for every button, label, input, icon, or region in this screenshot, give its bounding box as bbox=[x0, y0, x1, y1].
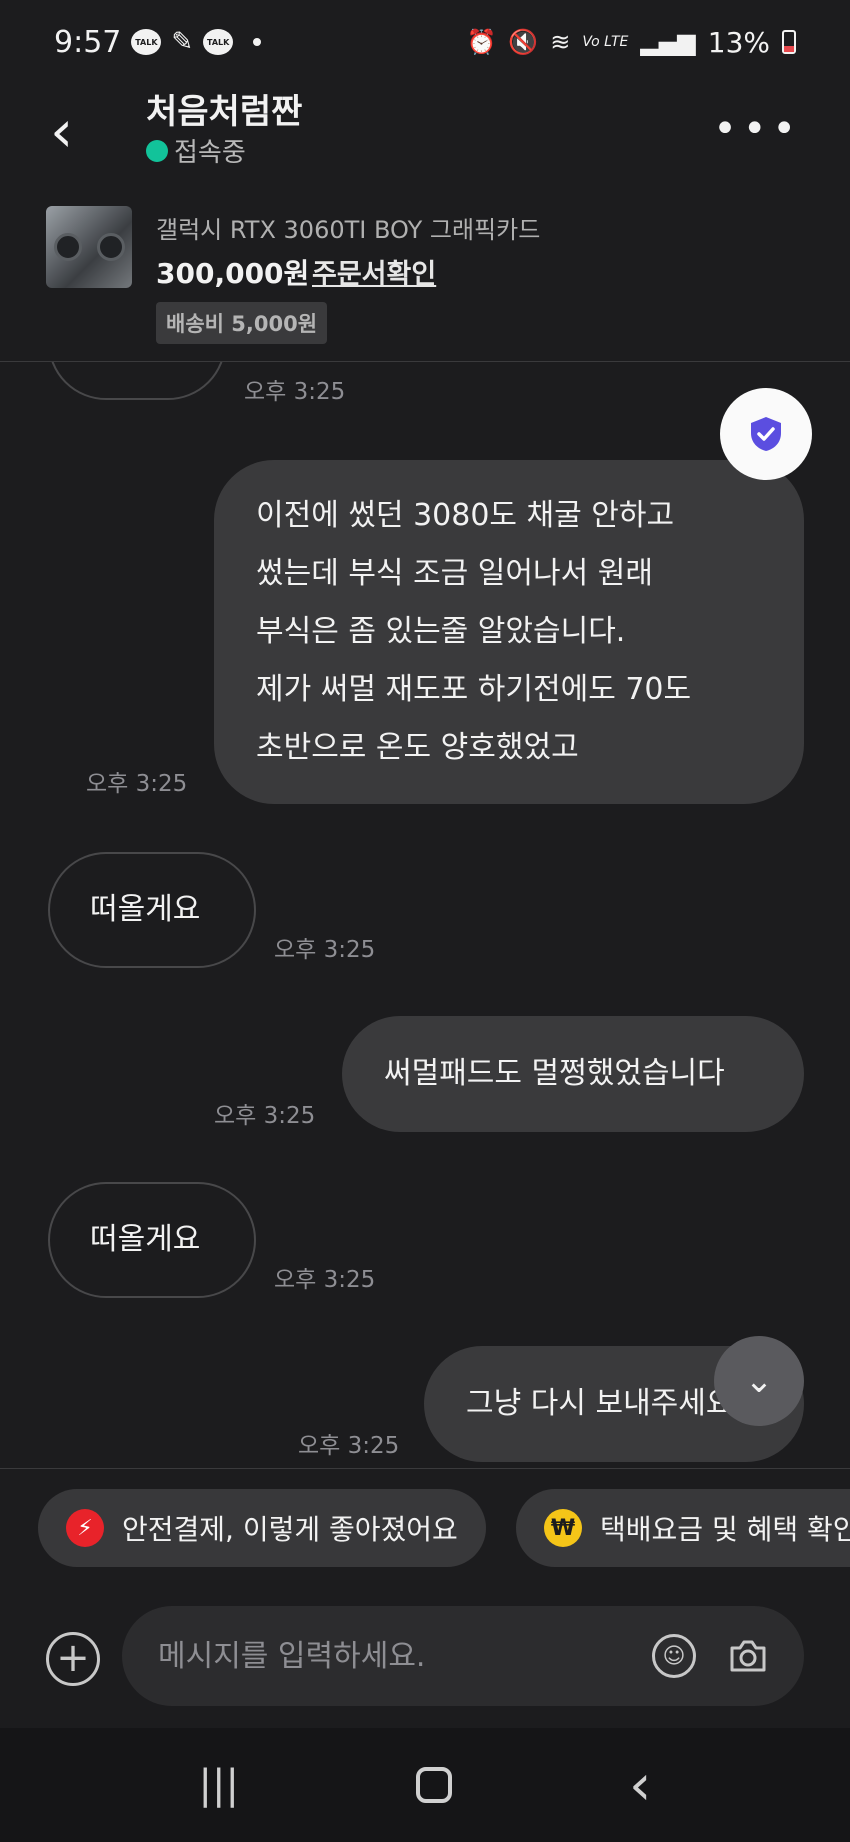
product-thumbnail[interactable] bbox=[46, 206, 132, 288]
message-text: 떠올게요 bbox=[90, 892, 201, 927]
system-nav-bar: ||| ‹ bbox=[0, 1728, 850, 1842]
message-bubble-outgoing[interactable]: 써멀패드도 멀쩡했었습니다 bbox=[342, 1016, 804, 1132]
message-line: 초반으로 온도 양호했었고 bbox=[256, 730, 579, 765]
product-card[interactable]: 갤럭시 RTX 3060TI BOY 그래픽카드 300,000원 주문서확인 … bbox=[0, 196, 850, 362]
quick-actions-bar[interactable]: ⚡ 안전결제, 이렇게 좋아졌어요 ₩ 택배요금 및 혜택 확인 bbox=[0, 1468, 850, 1604]
quick-action-delivery-fee[interactable]: ₩ 택배요금 및 혜택 확인 bbox=[516, 1489, 850, 1567]
wifi-icon: ≋ bbox=[550, 28, 571, 56]
quick-action-label: 택배요금 및 혜택 확인 bbox=[600, 1513, 850, 1546]
more-options-button[interactable]: ••• bbox=[713, 109, 802, 149]
battery-icon bbox=[782, 30, 796, 54]
status-time: 9:57 bbox=[54, 24, 122, 60]
won-icon: ₩ bbox=[544, 1509, 582, 1547]
battery-percent: 13% bbox=[707, 25, 770, 59]
mute-icon: 🔇 bbox=[508, 28, 539, 56]
chat-partner-name: 처음처럼짠 bbox=[146, 92, 303, 132]
message-time: 오후 3:25 bbox=[298, 1433, 400, 1459]
message-time: 오후 3:25 bbox=[274, 1267, 376, 1293]
message-time: 오후 3:25 bbox=[244, 379, 346, 405]
attach-plus-button[interactable]: + bbox=[46, 1632, 100, 1686]
message-bubble-incoming[interactable] bbox=[48, 362, 226, 400]
message-time: 오후 3:25 bbox=[86, 771, 188, 797]
emoji-button[interactable]: ☺ bbox=[652, 1634, 696, 1678]
back-button[interactable]: ‹ bbox=[50, 96, 100, 166]
shield-check-icon bbox=[751, 417, 781, 451]
gpu-fan-icon bbox=[53, 233, 82, 261]
message-line: 썼는데 부식 조금 일어나서 원래 bbox=[256, 556, 653, 591]
status-bar: 9:57 TALK ✎ TALK ⏰ 🔇 ≋ Vo LTE ▂▄▆ 13% bbox=[0, 0, 850, 84]
message-composer: + ☺ bbox=[0, 1604, 850, 1728]
system-back-button[interactable]: ‹ bbox=[629, 1753, 651, 1818]
quick-action-safe-payment[interactable]: ⚡ 안전결제, 이렇게 좋아졌어요 bbox=[38, 1489, 486, 1567]
chat-messages[interactable]: 오후 3:25 이전에 썼던 3080도 채굴 안하고 썼는데 부식 조금 일어… bbox=[0, 362, 850, 1468]
chat-header: ‹ 처음처럼짠 접속중 ••• bbox=[0, 84, 850, 184]
message-line: 제가 써멀 재도포 하기전에도 70도 bbox=[256, 672, 692, 707]
message-line: 이전에 썼던 3080도 채굴 안하고 bbox=[256, 498, 675, 533]
signal-icon: ▂▄▆ bbox=[640, 28, 696, 56]
talk-icon: TALK bbox=[131, 29, 162, 55]
talk-icon: TALK bbox=[203, 29, 234, 55]
camera-button[interactable] bbox=[726, 1634, 770, 1678]
quick-action-label: 안전결제, 이렇게 좋아졌어요 bbox=[122, 1513, 458, 1546]
message-bubble-incoming[interactable]: 떠올게요 bbox=[48, 1182, 256, 1298]
safety-shield-button[interactable] bbox=[720, 388, 812, 480]
shipping-fee-badge: 배송비 5,000원 bbox=[156, 302, 328, 344]
lightning-icon: ⚡ bbox=[66, 1509, 104, 1547]
feather-icon: ✎ bbox=[171, 27, 194, 57]
message-input-container[interactable]: ☺ bbox=[122, 1606, 804, 1706]
status-left: 9:57 TALK ✎ TALK bbox=[54, 24, 262, 60]
recents-button[interactable]: ||| bbox=[199, 1762, 239, 1808]
product-price: 300,000원 bbox=[156, 257, 310, 290]
scroll-to-bottom-button[interactable]: ⌄ bbox=[714, 1336, 804, 1426]
message-text: 써멀패드도 멀쩡했었습니다 bbox=[384, 1056, 725, 1091]
home-button[interactable] bbox=[416, 1767, 452, 1803]
message-text: 떠올게요 bbox=[90, 1222, 201, 1257]
online-dot-icon bbox=[146, 139, 168, 162]
online-status-label: 접속중 bbox=[174, 138, 246, 168]
message-time: 오후 3:25 bbox=[274, 937, 376, 963]
lte-label: Vo LTE bbox=[582, 34, 629, 50]
status-right: ⏰ 🔇 ≋ Vo LTE ▂▄▆ 13% bbox=[466, 26, 796, 59]
message-time: 오후 3:25 bbox=[214, 1103, 316, 1129]
alarm-icon: ⏰ bbox=[466, 28, 497, 56]
online-status: 접속중 bbox=[146, 132, 246, 169]
notification-dot-icon bbox=[253, 38, 262, 46]
smiley-icon: ☺ bbox=[662, 1643, 686, 1669]
message-line: 부식은 좀 있는줄 알았습니다. bbox=[256, 614, 626, 649]
chevron-down-icon: ⌄ bbox=[744, 1361, 774, 1401]
message-text: 그냥 다시 보내주세요 bbox=[466, 1386, 734, 1421]
gpu-fan-icon bbox=[96, 233, 125, 261]
message-bubble-incoming[interactable]: 떠올게요 bbox=[48, 852, 256, 968]
message-bubble-outgoing[interactable]: 이전에 썼던 3080도 채굴 안하고 썼는데 부식 조금 일어나서 원래 부식… bbox=[214, 460, 804, 804]
message-input[interactable] bbox=[158, 1634, 598, 1678]
product-title: 갤럭시 RTX 3060TI BOY 그래픽카드 bbox=[156, 216, 541, 244]
order-confirm-link[interactable]: 주문서확인 bbox=[312, 252, 436, 291]
